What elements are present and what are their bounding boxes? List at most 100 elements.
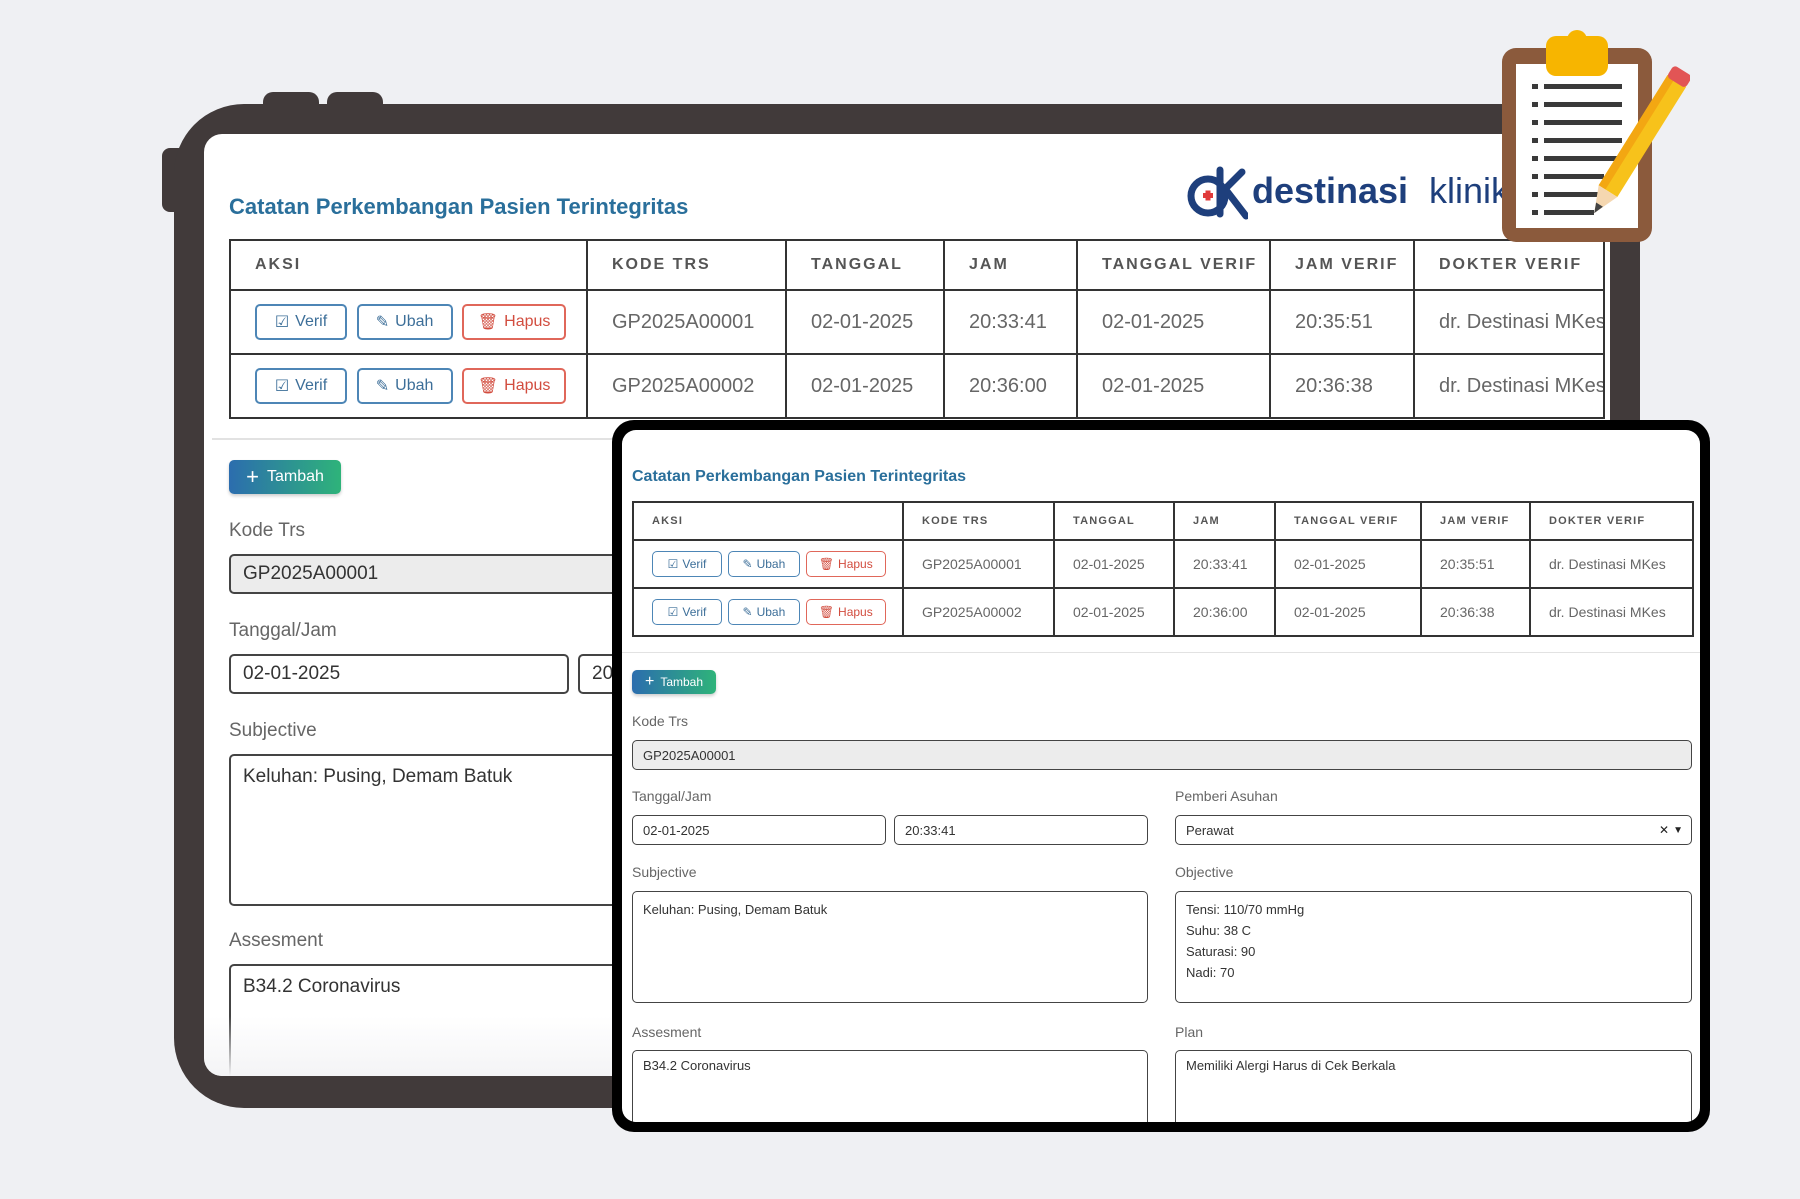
tambah-button[interactable]: + Tambah	[632, 670, 716, 694]
cell-kode: GP2025A00001	[586, 289, 787, 355]
verif-button[interactable]: ☑ Verif	[652, 551, 722, 577]
subjective-label: Subjective	[229, 720, 317, 741]
cell-jam-verif: 20:36:38	[1269, 353, 1415, 419]
hapus-button[interactable]: 🗑 Hapus	[805, 551, 886, 577]
row-actions: ☑ Verif ✎ Ubah 🗑 Hapus	[229, 289, 588, 355]
page-title: Catatan Perkembangan Pasien Terintegrita…	[632, 468, 967, 485]
plus-icon: +	[644, 673, 655, 690]
subjective-textarea[interactable]: Keluhan: Pusing, Demam Batuk	[632, 891, 1148, 1003]
cell-jam: 20:36:00	[1173, 587, 1276, 637]
pencil-icon: ✎	[742, 557, 753, 571]
cell-dokter: dr. Destinasi MKes	[1413, 353, 1605, 419]
col-header: KODE TRS	[586, 239, 787, 291]
cell-tanggal: 02-01-2025	[1053, 539, 1175, 589]
col-header: TANGGAL	[785, 239, 945, 291]
row-actions: ☑ Verif ✎ Ubah 🗑 Hapus	[632, 587, 904, 637]
col-header: TANGGAL VERIF	[1274, 501, 1422, 541]
check-square-icon: ☑	[274, 378, 290, 395]
col-header: KODE TRS	[902, 501, 1055, 541]
table-row: ☑ Verif ✎ Ubah 🗑 Hapus GP2025A00002 02-01-2…	[229, 353, 1605, 419]
col-header: JAM	[1173, 501, 1276, 541]
table-row: ☑ Verif ✎ Ubah 🗑 Hapus GP2025A00002 02-01-2…	[632, 587, 1694, 637]
trash-icon: 🗑	[818, 605, 835, 619]
subjective-label: Subjective	[632, 864, 697, 880]
plus-icon: +	[246, 464, 259, 489]
cell-kode: GP2025A00002	[586, 353, 787, 419]
cell-jam: 20:36:00	[943, 353, 1078, 419]
col-header: JAM VERIF	[1269, 239, 1415, 291]
brand-logo-icon	[1187, 166, 1248, 220]
pencil-icon: ✎	[375, 378, 390, 395]
plan-textarea[interactable]: Memiliki Alergi Harus di Cek Berkala	[1175, 1050, 1692, 1122]
tanggal-input[interactable]: 02-01-2025	[632, 815, 886, 845]
hapus-button[interactable]: 🗑 Hapus	[805, 599, 886, 625]
cell-dokter: dr. Destinasi MKes	[1529, 539, 1694, 589]
row-actions: ☑ Verif ✎ Ubah 🗑 Hapus	[229, 353, 588, 419]
col-header: JAM VERIF	[1420, 501, 1531, 541]
trash-icon: 🗑	[818, 557, 835, 571]
check-square-icon: ☑	[667, 605, 679, 619]
hapus-button[interactable]: 🗑 Hapus	[462, 304, 567, 340]
subjective-textarea[interactable]: Keluhan: Pusing, Demam Batuk	[229, 754, 649, 906]
clear-icon[interactable]: ✕	[1659, 823, 1669, 837]
cell-tanggal-verif: 02-01-2025	[1274, 587, 1422, 637]
cell-dokter: dr. Destinasi MKes	[1413, 289, 1605, 355]
ubah-button[interactable]: ✎ Ubah	[727, 551, 800, 577]
cell-tanggal-verif: 02-01-2025	[1076, 289, 1271, 355]
pemberi-asuhan-label: Pemberi Asuhan	[1175, 788, 1278, 804]
cell-dokter: dr. Destinasi MKes	[1529, 587, 1694, 637]
assesment-label: Assesment	[229, 930, 323, 951]
hapus-button[interactable]: 🗑 Hapus	[462, 368, 567, 404]
cell-kode: GP2025A00001	[902, 539, 1055, 589]
col-header: JAM	[943, 239, 1078, 291]
jam-input[interactable]: 20:33:41	[894, 815, 1148, 845]
assesment-textarea[interactable]: B34.2 Coronavirus	[632, 1050, 1148, 1122]
cell-tanggal: 02-01-2025	[1053, 587, 1175, 637]
kode-trs-input[interactable]: GP2025A00001	[632, 740, 1692, 770]
tanggal-jam-label: Tanggal/Jam	[229, 620, 337, 641]
tambah-button[interactable]: + Tambah	[229, 460, 341, 494]
col-header: TANGGAL VERIF	[1076, 239, 1271, 291]
clipboard-pencil-icon	[1502, 30, 1690, 242]
check-square-icon: ☑	[274, 314, 290, 331]
cell-jam-verif: 20:36:38	[1420, 587, 1531, 637]
cell-jam-verif: 20:35:51	[1269, 289, 1415, 355]
ubah-button[interactable]: ✎ Ubah	[727, 599, 800, 625]
trash-icon: 🗑	[477, 378, 499, 395]
verif-button[interactable]: ☑ Verif	[652, 599, 722, 625]
tanggal-jam-label: Tanggal/Jam	[632, 788, 712, 804]
objective-textarea[interactable]: Tensi: 110/70 mmHg Suhu: 38 C Saturasi: …	[1175, 891, 1692, 1003]
records-table: AKSI KODE TRS TANGGAL JAM TANGGAL VERIF …	[632, 501, 1694, 637]
row-actions: ☑ Verif ✎ Ubah 🗑 Hapus	[632, 539, 904, 589]
cell-jam-verif: 20:35:51	[1420, 539, 1531, 589]
check-square-icon: ☑	[667, 557, 679, 571]
kode-trs-label: Kode Trs	[632, 713, 689, 729]
pemberi-asuhan-select[interactable]: Perawat ✕ ▼	[1175, 815, 1692, 845]
pencil-icon: ✎	[375, 314, 390, 331]
cell-jam: 20:33:41	[1173, 539, 1276, 589]
detail-panel: Catatan Perkembangan Pasien Terintegrita…	[622, 430, 1700, 1122]
cell-tanggal: 02-01-2025	[785, 289, 945, 355]
trash-icon: 🗑	[477, 314, 499, 331]
col-header: DOKTER VERIF	[1529, 501, 1694, 541]
col-header: AKSI	[632, 501, 904, 541]
col-header: AKSI	[229, 239, 588, 291]
plan-label: Plan	[1175, 1024, 1204, 1040]
page-title: Catatan Perkembangan Pasien Terintegrita…	[229, 194, 689, 219]
cell-jam: 20:33:41	[943, 289, 1078, 355]
col-header: TANGGAL	[1053, 501, 1175, 541]
tanggal-input[interactable]: 02-01-2025	[229, 654, 569, 694]
brand-name-primary: destinasi	[1252, 170, 1409, 211]
assesment-label: Assesment	[632, 1024, 702, 1040]
kode-trs-input[interactable]: GP2025A00001	[229, 554, 649, 594]
table-row: ☑ Verif ✎ Ubah 🗑 Hapus GP2025A00001 02-01-2…	[632, 539, 1694, 589]
caret-down-icon[interactable]: ▼	[1673, 825, 1683, 836]
divider	[622, 652, 1700, 653]
records-table: AKSI KODE TRS TANGGAL JAM TANGGAL VERIF …	[229, 239, 1605, 419]
pemberi-asuhan-value: Perawat	[1186, 822, 1234, 838]
ubah-button[interactable]: ✎ Ubah	[356, 368, 453, 404]
objective-label: Objective	[1175, 864, 1234, 880]
verif-button[interactable]: ☑ Verif	[255, 368, 347, 404]
ubah-button[interactable]: ✎ Ubah	[356, 304, 453, 340]
verif-button[interactable]: ☑ Verif	[255, 304, 347, 340]
